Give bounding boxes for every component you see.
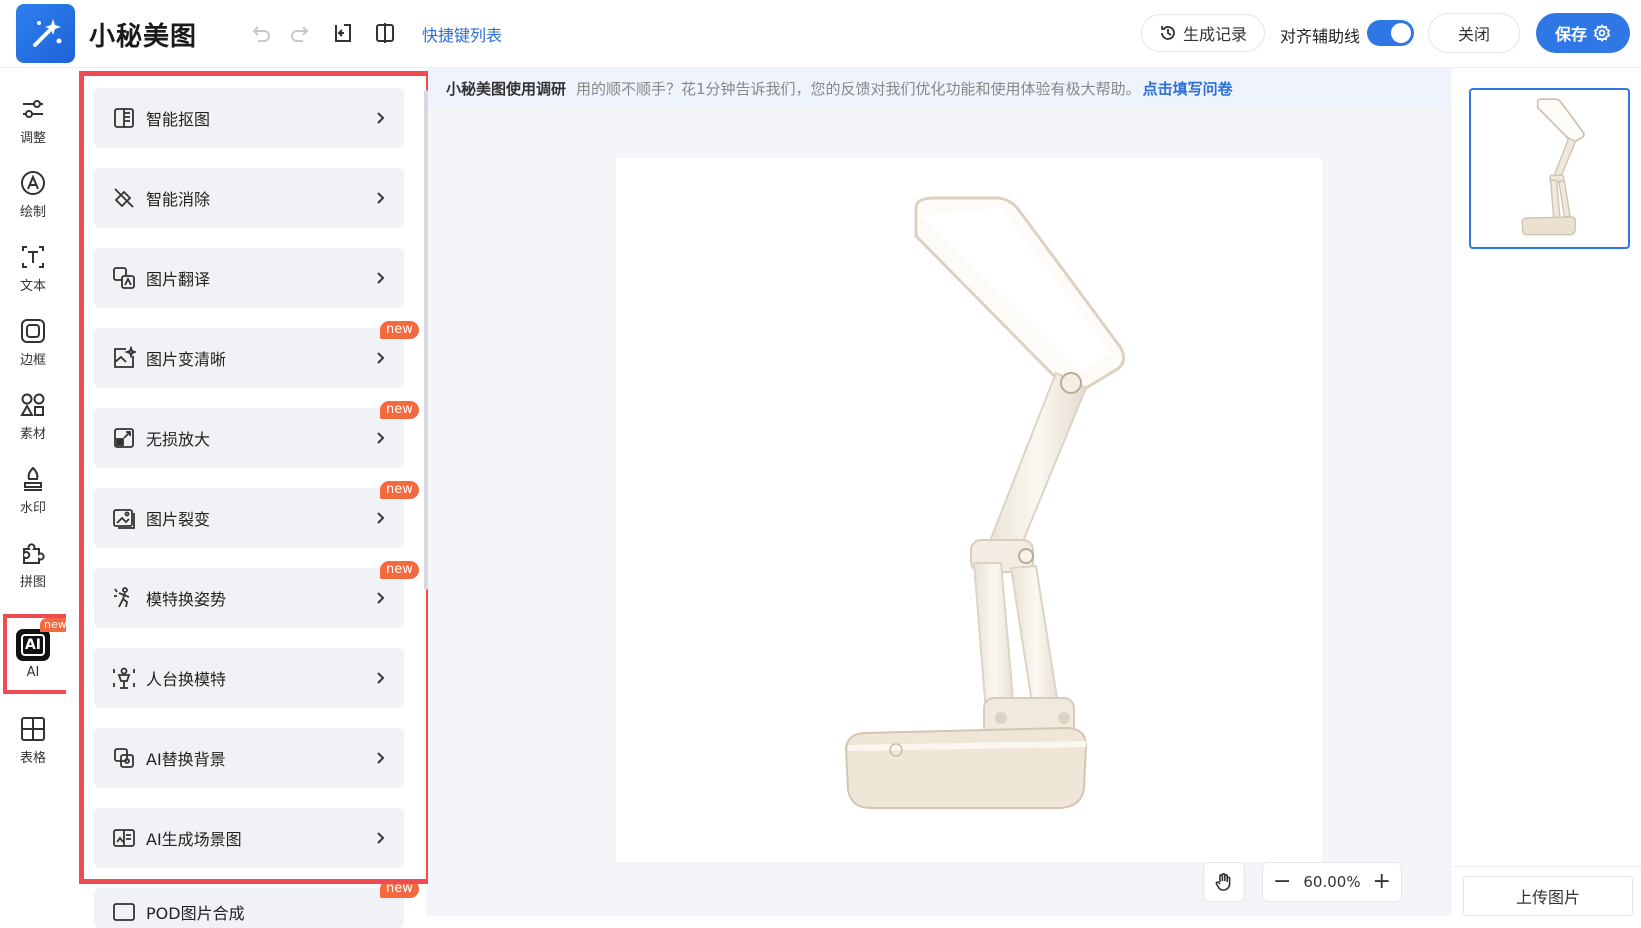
history-label: 生成记录 <box>1182 25 1247 44</box>
divider <box>1450 866 1641 867</box>
shortcut-list-link[interactable]: 快捷键列表 <box>422 22 502 46</box>
pod-icon <box>113 903 135 921</box>
nav-label: 水印 <box>19 500 46 516</box>
app-title: 小秘美图 <box>89 22 198 52</box>
redo-button[interactable] <box>288 20 314 46</box>
nav-label: 拼图 <box>19 574 46 590</box>
history-icon <box>1161 26 1175 40</box>
pen-icon <box>21 170 45 195</box>
survey-link[interactable]: 点击填写问卷 <box>1143 78 1233 99</box>
puzzle-icon <box>23 542 45 564</box>
top-bar: 小秘美图 快捷键列表 生成记录 对齐辅助线 关闭 保存 <box>0 0 1641 68</box>
undo-button[interactable] <box>247 20 273 46</box>
nav-item-draw[interactable]: 绘制 <box>0 158 66 230</box>
nav-label: AI <box>26 664 40 680</box>
hand-icon <box>1215 873 1231 891</box>
sliders-icon <box>23 99 43 118</box>
table-icon <box>21 716 45 741</box>
nav-item-frame[interactable]: 边框 <box>0 306 66 378</box>
align-guide-label: 对齐辅助线 <box>1280 27 1361 46</box>
zoom-control: − 60.00% + <box>1262 862 1402 902</box>
desk-lamp-image <box>844 196 1126 809</box>
image-thumbnail[interactable] <box>1469 88 1630 249</box>
redo-icon <box>291 26 309 42</box>
zoom-out-button[interactable]: − <box>1273 871 1291 893</box>
gear-icon <box>1593 24 1611 42</box>
save-label: 保存 <box>1554 25 1587 44</box>
compare-icon <box>376 23 394 43</box>
nav-item-adjust[interactable]: 调整 <box>0 84 66 156</box>
artboard[interactable] <box>616 158 1322 862</box>
pan-tool-button[interactable] <box>1203 862 1245 902</box>
survey-banner: 小秘美图使用调研 用的顺不顺手？花1分钟告诉我们，您的反馈对我们优化功能和使用体… <box>428 68 1450 108</box>
survey-text: 用的顺不顺手？花1分钟告诉我们，您的反馈对我们优化功能和使用体验有极大帮助。 <box>576 79 1141 98</box>
toggle-knob <box>1391 23 1411 43</box>
nav-label: 边框 <box>19 352 46 368</box>
compare-button[interactable] <box>372 20 398 46</box>
stamp-icon <box>24 466 42 491</box>
func-label: POD图片合成 <box>146 904 245 923</box>
nav-label: 表格 <box>19 750 46 766</box>
magic-wand-icon <box>32 18 61 47</box>
restore-button[interactable] <box>330 20 356 46</box>
nav-label: 调整 <box>19 130 46 146</box>
restore-icon <box>335 24 351 42</box>
close-button[interactable]: 关闭 <box>1428 13 1520 53</box>
nav-label: 文本 <box>19 278 46 294</box>
save-button[interactable]: 保存 <box>1536 13 1630 53</box>
nav-item-text[interactable]: 文本 <box>0 232 66 304</box>
ai-icon: AI <box>16 628 50 661</box>
zoom-level: 60.00% <box>1303 873 1361 891</box>
ai-panel-highlight <box>79 71 431 884</box>
survey-title: 小秘美图使用调研 <box>446 79 567 98</box>
frame-icon <box>21 318 45 343</box>
zoom-in-button[interactable]: + <box>1373 871 1391 893</box>
nav-item-table[interactable]: 表格 <box>0 704 66 776</box>
nav-item-collage[interactable]: 拼图 <box>0 528 66 600</box>
nav-item-material[interactable]: 素材 <box>0 380 66 452</box>
nav-item-watermark[interactable]: 水印 <box>0 454 66 526</box>
func-pod-composite[interactable]: POD图片合成 <box>94 888 404 928</box>
upload-image-button[interactable]: 上传图片 <box>1463 876 1633 916</box>
app-logo <box>16 4 75 63</box>
shapes-icon <box>20 393 45 416</box>
align-guide-toggle[interactable] <box>1367 20 1414 46</box>
thumbnail-image <box>1521 98 1585 236</box>
undo-icon <box>252 26 270 42</box>
nav-label: 绘制 <box>19 204 46 220</box>
text-icon <box>22 245 44 268</box>
history-button[interactable]: 生成记录 <box>1141 14 1265 52</box>
nav-label: 素材 <box>19 426 46 442</box>
